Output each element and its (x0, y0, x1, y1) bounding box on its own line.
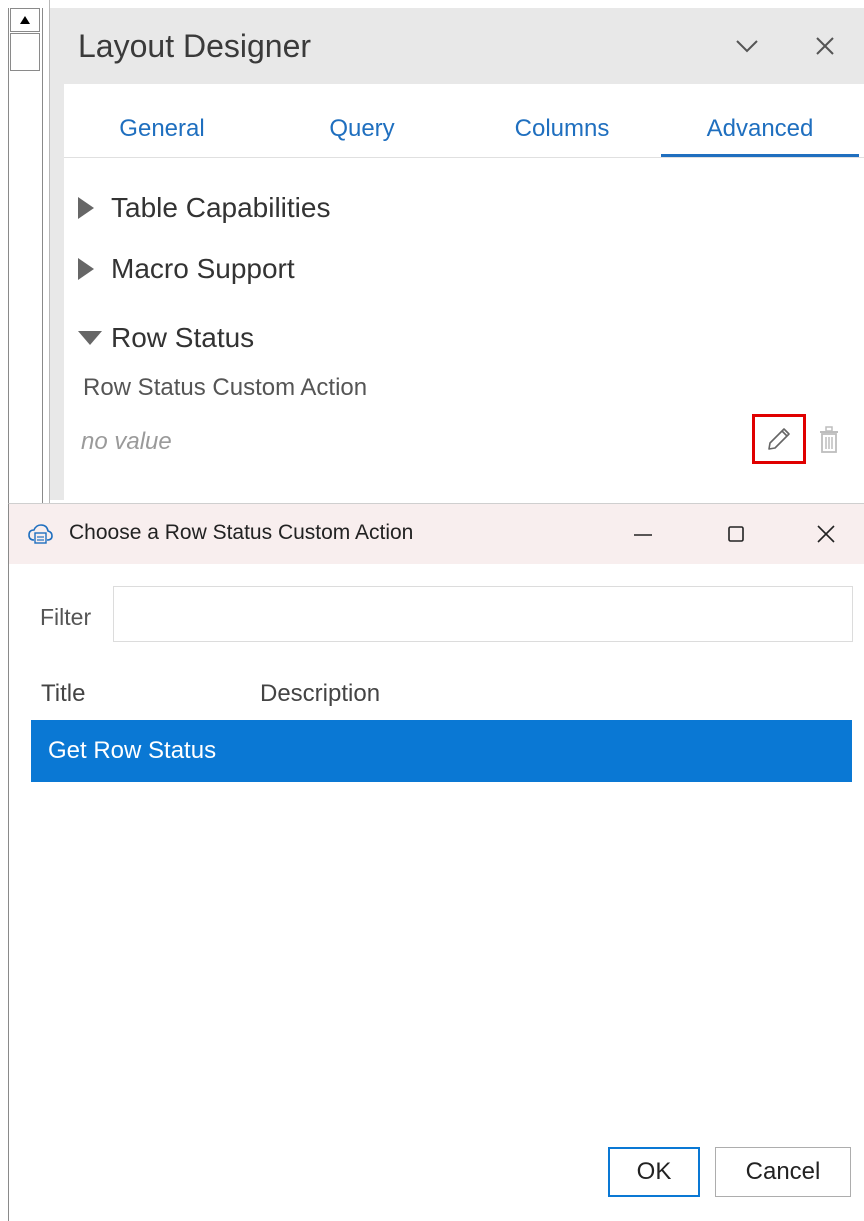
scrollbar-thumb[interactable] (10, 33, 40, 71)
filter-input[interactable] (113, 586, 853, 642)
tab-query[interactable]: Query (282, 100, 442, 158)
section-macro-support[interactable]: Macro Support (78, 253, 295, 285)
edit-button[interactable] (752, 414, 806, 464)
tabs-divider (64, 157, 864, 158)
column-header-description[interactable]: Description (260, 680, 380, 708)
maximize-icon (728, 526, 744, 542)
section-label: Table Capabilities (111, 192, 331, 223)
dialog-close-button[interactable] (803, 514, 849, 554)
action-list[interactable]: Get Row Status (31, 720, 852, 1221)
section-label: Macro Support (111, 253, 295, 284)
collapse-down-icon (78, 331, 102, 345)
minimize-button[interactable] (620, 514, 666, 554)
section-table-capabilities[interactable]: Table Capabilities (78, 192, 330, 224)
trash-icon[interactable] (816, 424, 842, 456)
list-row-selected[interactable]: Get Row Status (31, 720, 852, 782)
field-value: no value (81, 428, 172, 455)
tab-bar: General Query Columns Advanced (64, 100, 864, 158)
row-title: Get Row Status (48, 737, 217, 764)
scroll-up-arrow-icon[interactable] (10, 8, 40, 32)
close-icon[interactable] (813, 34, 837, 58)
maximize-button[interactable] (713, 514, 759, 554)
cloud-icon (28, 524, 53, 544)
row-status-custom-action-label: Row Status Custom Action (83, 374, 368, 401)
minimize-icon (634, 534, 652, 536)
close-icon (817, 525, 835, 543)
expand-right-icon (78, 197, 94, 219)
pencil-icon (768, 428, 790, 450)
tab-general[interactable]: General (82, 100, 242, 158)
section-row-status[interactable]: Row Status (78, 322, 254, 354)
chevron-down-icon[interactable] (734, 36, 760, 56)
choose-action-dialog: Choose a Row Status Custom Action Filter… (8, 503, 864, 1221)
expand-right-icon (78, 258, 94, 280)
tab-columns[interactable]: Columns (472, 100, 652, 158)
dialog-title: Choose a Row Status Custom Action (69, 521, 414, 544)
filter-label: Filter (40, 604, 92, 630)
section-label: Row Status (111, 322, 255, 353)
cancel-button[interactable]: Cancel (715, 1147, 851, 1197)
ok-button[interactable]: OK (608, 1147, 700, 1197)
tab-advanced[interactable]: Advanced (661, 100, 859, 158)
column-header-title[interactable]: Title (41, 680, 85, 708)
dialog-titlebar: Choose a Row Status Custom Action (9, 504, 864, 564)
designer-title: Layout Designer (78, 28, 312, 64)
